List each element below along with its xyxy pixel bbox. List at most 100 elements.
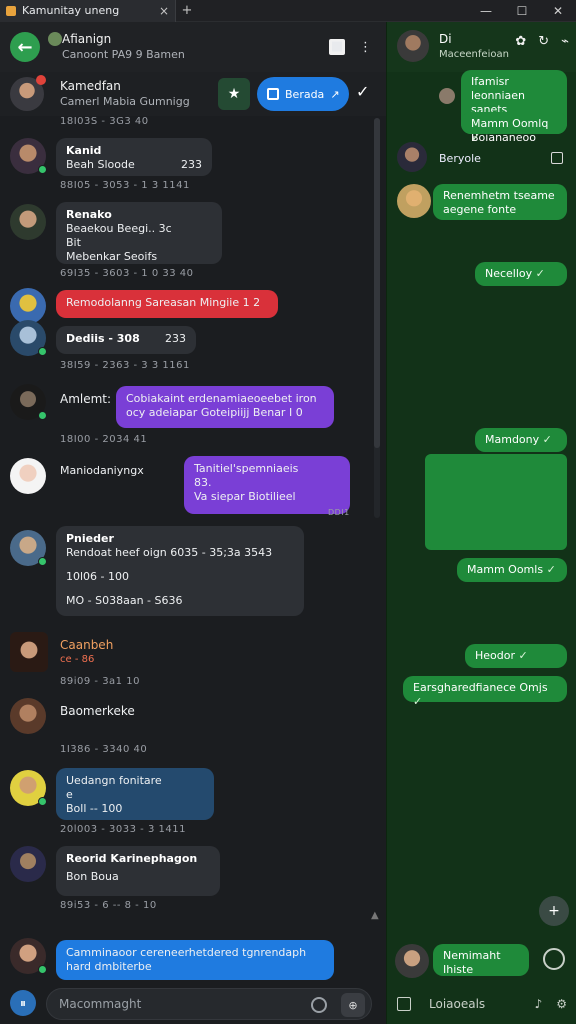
message-timestamp: 18I00 - 2034 41 — [60, 434, 148, 445]
avatar[interactable] — [10, 138, 47, 174]
compose-fab-button[interactable]: + — [539, 896, 569, 926]
back-button[interactable]: ← — [10, 32, 40, 62]
menu-icon[interactable]: ⋮ — [359, 40, 372, 55]
media-message-bubble[interactable] — [425, 454, 567, 550]
outgoing-message-bubble[interactable]: Mamm Oomlq ✓ — [461, 112, 567, 144]
sender-name: Reorid Karinephagon — [66, 852, 198, 865]
message-text: Nemimaht Ihiste — [443, 949, 501, 976]
avatar[interactable] — [397, 142, 427, 172]
message-input[interactable]: Macommaght ⊕ — [46, 988, 372, 1020]
secondary-subtitle: Maceenfeioan — [439, 49, 509, 60]
blue-message-bubble[interactable]: Camminaoor cereneerhetdered tgnrendaph h… — [56, 940, 334, 980]
conversation-panel: ← Afianign Canoont PA9 9 Bamen ■ ⋮ Kamed… — [0, 22, 386, 1024]
select-checkbox[interactable] — [551, 152, 563, 164]
tab-close-icon[interactable]: × — [159, 4, 169, 18]
attach-button[interactable]: ⊕ — [341, 993, 365, 1017]
purple-message-bubble[interactable]: Cobiakaint erdenamiaeoeebet iron ocy ade… — [116, 386, 334, 428]
pinned-message-bar[interactable]: Kamedfan Camerl Mabia Gumnigg ★ Berada ↗… — [0, 72, 386, 116]
message-text: Ifamisr leonniaen sanets ceoeoan Boianan… — [471, 75, 536, 144]
outgoing-message-bubble[interactable]: Earsgharedfianece Omjs ✓ — [403, 676, 567, 708]
incoming-message-bubble[interactable]: Nemimaht Ihiste — [433, 944, 529, 976]
read-check-icon: ✓ — [535, 267, 545, 280]
avatar[interactable] — [10, 288, 46, 324]
new-tab-button[interactable]: + — [176, 3, 198, 18]
avatar[interactable] — [10, 320, 47, 356]
message-timestamp: 69I35 - 3603 - 1 0 33 40 — [60, 268, 194, 279]
message-timestamp: 89i53 - 6 -- 8 - 10 — [60, 900, 157, 911]
avatar[interactable] — [10, 632, 48, 672]
message-bubble[interactable]: Pnieder Rendoat heef oign 6035 - 35;3a 3… — [56, 526, 304, 616]
mute-icon[interactable]: ✿ — [515, 34, 526, 49]
avatar[interactable] — [395, 944, 429, 978]
chat-avatar[interactable] — [48, 32, 62, 46]
message-text: Heodor — [475, 649, 516, 662]
chat-header: ← Afianign Canoont PA9 9 Bamen ■ ⋮ — [0, 22, 386, 72]
read-check-icon: ✓ — [542, 433, 552, 446]
tab-favicon-icon — [6, 5, 16, 16]
message-bubble[interactable]: Renako Beaekou Beegi.. 3c Bit Mebenkar S… — [56, 202, 222, 264]
sender-name: Dediis - 308 — [66, 332, 140, 345]
message-text: e — [66, 788, 73, 801]
read-check-icon: ✓ — [518, 649, 528, 662]
outgoing-message-bubble[interactable]: Mamdony ✓ — [475, 428, 567, 452]
secondary-input[interactable]: Loiaoeals — [429, 997, 485, 1011]
message-text: Mamm Oomlq — [471, 117, 549, 130]
avatar[interactable] — [397, 184, 431, 218]
browser-tab[interactable]: Kamunitay uneng × — [0, 0, 176, 22]
action-pill-button[interactable]: Berada ↗ — [257, 77, 349, 111]
link-icon[interactable]: ⌁ — [561, 34, 569, 49]
outgoing-message-bubble[interactable]: Necelloy ✓ — [475, 262, 567, 286]
incoming-message-bubble[interactable]: Renemhetm tseame aegene fonte — [433, 184, 567, 220]
chat-title: Afianign — [62, 32, 112, 46]
message-text: Boll -- 100 — [66, 802, 123, 815]
mic-icon[interactable]: ♪ — [535, 997, 543, 1011]
voice-button[interactable]: ⏸ — [10, 990, 36, 1016]
message-timestamp: 20l003 - 3033 - 3 1411 — [60, 824, 186, 835]
scrollbar-thumb[interactable] — [374, 118, 380, 448]
star-button[interactable]: ★ — [218, 78, 250, 110]
avatar[interactable] — [10, 530, 47, 566]
message-text: Tanitiel'spemniaeis — [194, 462, 299, 475]
chat-subtitle: Canoont PA9 9 Bamen — [62, 48, 185, 61]
avatar[interactable] — [10, 204, 46, 240]
blue-message-bubble[interactable]: Uedangn fonitare e Boll -- 100 — [56, 768, 214, 820]
tab-title: Kamunitay uneng — [22, 4, 120, 17]
avatar[interactable] — [10, 938, 47, 974]
avatar[interactable] — [10, 770, 47, 806]
secondary-chat-panel: Di Maceenfeioan ✿ ↻ ⌁ Ifamisr leonniaen … — [386, 22, 576, 1024]
check-icon[interactable]: ✓ — [356, 82, 369, 101]
alert-message-bubble[interactable]: Remodolanng Sareasan Mingiie 1 2 — [56, 290, 278, 318]
square-icon — [267, 88, 279, 100]
pinned-subtitle: Camerl Mabia Gumnigg — [60, 95, 190, 108]
maximize-button[interactable]: ☐ — [504, 4, 540, 18]
message-text: Remodolanng Sareasan Mingiie 1 2 — [66, 296, 261, 309]
avatar[interactable] — [10, 458, 46, 494]
timer-icon[interactable] — [543, 948, 565, 970]
message-timestamp: 1I386 - 3340 40 — [60, 744, 148, 755]
purple-message-bubble[interactable]: Tanitiel'spemniaeis 83. Va siepar Biotil… — [184, 456, 350, 514]
avatar[interactable] — [10, 384, 47, 420]
secondary-avatar[interactable] — [397, 30, 429, 62]
avatar[interactable] — [10, 846, 46, 882]
message-text: Mamdony — [485, 433, 540, 446]
bookmark-icon[interactable]: ■ — [329, 39, 345, 55]
refresh-icon[interactable]: ↻ — [538, 34, 549, 49]
message-text: MO - S038aan - S636 — [66, 594, 183, 607]
minimize-button[interactable]: — — [468, 4, 504, 18]
message-status: DDI1 — [328, 508, 350, 517]
outgoing-message-bubble[interactable]: Mamm Oomls ✓ — [457, 558, 567, 582]
attach-icon[interactable] — [397, 997, 411, 1011]
avatar[interactable] — [439, 88, 455, 104]
sender-name: Baomerkeke — [60, 704, 135, 718]
scroll-down-arrow-icon[interactable]: ▲ — [371, 910, 379, 921]
avatar[interactable] — [10, 698, 46, 734]
outgoing-message-bubble[interactable]: Heodor ✓ — [465, 644, 567, 668]
message-timestamp: 88I05 - 3053 - 1 3 1141 — [60, 180, 190, 191]
emoji-icon[interactable] — [311, 997, 327, 1013]
settings-icon[interactable]: ⚙ — [556, 997, 567, 1011]
message-text: Beah Sloode — [66, 158, 135, 171]
close-window-button[interactable]: ✕ — [540, 4, 576, 18]
message-bubble[interactable]: Kanid Beah Sloode 233 — [56, 138, 212, 176]
message-bubble[interactable]: Dediis - 308 233 — [56, 326, 196, 354]
message-bubble[interactable]: Reorid Karinephagon Bon Boua — [56, 846, 220, 896]
